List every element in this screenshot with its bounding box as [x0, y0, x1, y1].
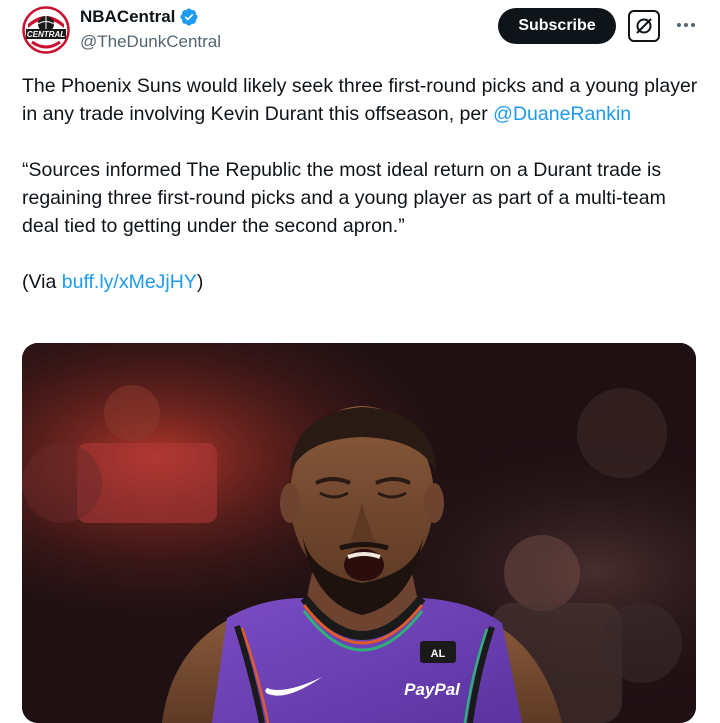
tweet-media-photo[interactable]: AL PayPal [22, 343, 696, 723]
via-link[interactable]: buff.ly/xMeJjHY [62, 271, 197, 293]
avatar[interactable]: CENTRAL [22, 6, 70, 54]
subscribe-button[interactable]: Subscribe [498, 8, 616, 44]
tweet-text: The Phoenix Suns would likely seek three… [22, 72, 702, 296]
avatar-text: CENTRAL [27, 30, 65, 39]
verified-badge-icon [180, 8, 198, 26]
more-options-icon [691, 23, 695, 27]
jersey-patch-text: AL [431, 648, 446, 660]
more-options-button[interactable] [672, 10, 700, 40]
tweet-paragraph-1: The Phoenix Suns would likely seek three… [22, 72, 702, 128]
display-name-text[interactable]: NBACentral [80, 6, 175, 28]
avatar-logo: CENTRAL [22, 6, 70, 54]
grok-icon [636, 18, 652, 34]
more-options-icon [677, 23, 681, 27]
via-prefix: (Via [22, 271, 62, 293]
user-handle[interactable]: @TheDunkCentral [80, 31, 221, 53]
display-name[interactable]: NBACentral [80, 6, 199, 28]
player-photo: AL PayPal [22, 343, 696, 723]
jersey-sponsor-text: PayPal [404, 680, 461, 699]
via-suffix: ) [196, 271, 204, 293]
tweet-quote: “Sources informed The Republic the most … [22, 159, 666, 237]
grok-button[interactable] [628, 10, 660, 42]
tweet-via: (Via buff.ly/xMeJjHY) [22, 268, 702, 296]
mention-link[interactable]: @DuaneRankin [493, 103, 631, 125]
more-options-icon [684, 23, 688, 27]
